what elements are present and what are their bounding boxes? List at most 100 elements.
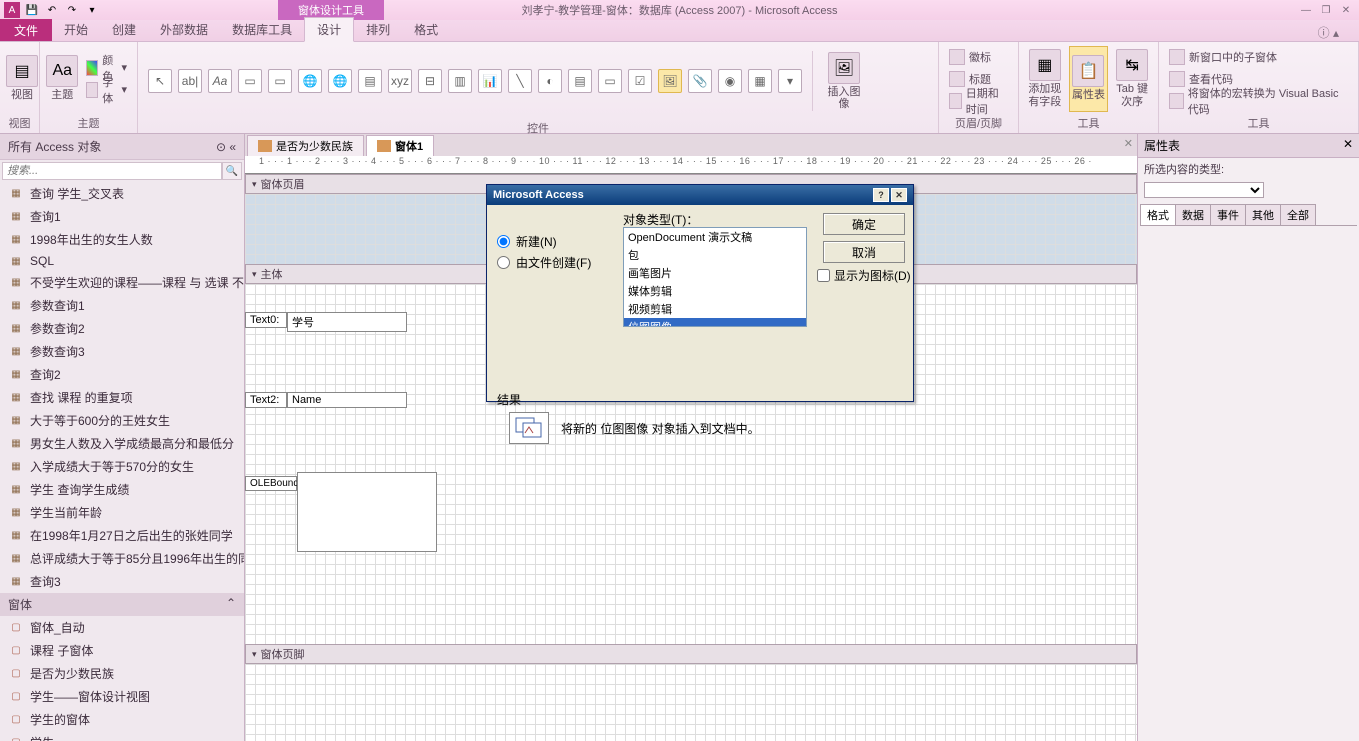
unbound-obj-tool-icon[interactable]: 🖼 bbox=[658, 69, 682, 93]
tab-tool-icon[interactable]: ▭ bbox=[268, 69, 292, 93]
select-tool-icon[interactable]: ↖ bbox=[148, 69, 172, 93]
dialog-close-icon[interactable]: ✕ bbox=[891, 188, 907, 202]
tab-design[interactable]: 设计 bbox=[304, 17, 354, 42]
ok-button[interactable]: 确定 bbox=[823, 213, 905, 235]
access-app-icon[interactable]: A bbox=[4, 2, 20, 18]
undo-icon[interactable]: ↶ bbox=[44, 2, 60, 18]
nav-query-item[interactable]: 参数查询3 bbox=[0, 340, 244, 363]
tab-home[interactable]: 开始 bbox=[52, 18, 100, 41]
tab-order-button[interactable]: ↹Tab 键次序 bbox=[1112, 46, 1152, 112]
restore-button[interactable]: ❐ bbox=[1317, 3, 1335, 17]
nav-query-item[interactable]: 查询2 bbox=[0, 363, 244, 386]
property-object-combo[interactable] bbox=[1144, 182, 1264, 198]
text0-label[interactable]: Text0: bbox=[245, 312, 287, 328]
nav-query-item[interactable]: 查询 学生_交叉表 bbox=[0, 182, 244, 205]
ole-bound-frame[interactable] bbox=[297, 472, 437, 552]
nav-query-item[interactable]: 总评成绩大于等于85分且1996年出生的同... bbox=[0, 547, 244, 570]
option-group-icon[interactable]: xyz bbox=[388, 69, 412, 93]
insert-image-button[interactable]: 🖼插入图像 bbox=[823, 48, 865, 114]
nav-form-item[interactable]: 学生——窗体设计视图 bbox=[0, 685, 244, 708]
nav-query-item[interactable]: 参数查询2 bbox=[0, 317, 244, 340]
object-type-option[interactable]: 包 bbox=[624, 246, 806, 264]
themes-button[interactable]: Aa主题 bbox=[46, 46, 78, 112]
radio-new-input[interactable] bbox=[497, 235, 510, 248]
prop-tab-format[interactable]: 格式 bbox=[1140, 204, 1176, 225]
dialog-titlebar[interactable]: Microsoft Access ? ✕ bbox=[487, 185, 913, 205]
nav-forms-header[interactable]: 窗体⌃ bbox=[0, 593, 244, 616]
nav-query-item[interactable]: 在1998年1月27日之后出生的张姓同学 bbox=[0, 524, 244, 547]
combo-tool-icon[interactable]: ▥ bbox=[448, 69, 472, 93]
fonts-button[interactable]: 字体▾ bbox=[82, 80, 131, 100]
label-tool-icon[interactable]: Aa bbox=[208, 69, 232, 93]
nav-form-item[interactable]: 学生 bbox=[0, 731, 244, 741]
nav-tool-icon[interactable]: ▤ bbox=[358, 69, 382, 93]
nav-pane-header[interactable]: 所有 Access 对象 ⊙ « bbox=[0, 134, 244, 160]
search-icon[interactable]: 🔍 bbox=[222, 162, 242, 180]
text2-caption[interactable]: Name bbox=[287, 392, 407, 408]
chart-tool-icon[interactable]: 📊 bbox=[478, 69, 502, 93]
save-icon[interactable]: 💾 bbox=[24, 2, 40, 18]
textbox-tool-icon[interactable]: ab| bbox=[178, 69, 202, 93]
datetime-button[interactable]: 日期和时间 bbox=[945, 91, 1012, 111]
ribbon-help-icon[interactable]: ⓘ ▴ bbox=[1318, 24, 1339, 41]
dialog-help-icon[interactable]: ? bbox=[873, 188, 889, 202]
option-btn-tool-icon[interactable]: ◉ bbox=[718, 69, 742, 93]
object-type-option[interactable]: 媒体剪辑 bbox=[624, 282, 806, 300]
close-button[interactable]: ✕ bbox=[1337, 3, 1355, 17]
tab-format[interactable]: 格式 bbox=[402, 18, 450, 41]
as-icon-checkbox[interactable] bbox=[817, 269, 830, 282]
nav-query-item[interactable]: 男女生人数及入学成绩最高分和最低分 bbox=[0, 432, 244, 455]
more-tools-icon[interactable]: ▾ bbox=[778, 69, 802, 93]
line-tool-icon[interactable]: ╲ bbox=[508, 69, 532, 93]
nav-form-item[interactable]: 是否为少数民族 bbox=[0, 662, 244, 685]
cancel-button[interactable]: 取消 bbox=[823, 241, 905, 263]
hyperlink-tool-icon[interactable]: 🌐 bbox=[298, 69, 322, 93]
pagebreak-tool-icon[interactable]: ⊟ bbox=[418, 69, 442, 93]
subform-tool-icon[interactable]: ▦ bbox=[748, 69, 772, 93]
nav-query-item[interactable]: 查询1 bbox=[0, 205, 244, 228]
property-close-icon[interactable]: ✕ bbox=[1343, 137, 1353, 154]
search-input[interactable] bbox=[2, 162, 222, 180]
nav-query-item[interactable]: 查找 课程 的重复项 bbox=[0, 386, 244, 409]
object-type-option[interactable]: 画笔图片 bbox=[624, 264, 806, 282]
nav-list[interactable]: 查询 学生_交叉表 查询11998年出生的女生人数SQL不受学生欢迎的课程——课… bbox=[0, 182, 244, 741]
tab-create[interactable]: 创建 bbox=[100, 18, 148, 41]
radio-file-input[interactable] bbox=[497, 256, 510, 269]
display-as-icon-check[interactable]: 显示为图标(D) bbox=[817, 267, 911, 284]
nav-query-item[interactable]: 1998年出生的女生人数 bbox=[0, 228, 244, 251]
subform-newwin-button[interactable]: 新窗口中的子窗体 bbox=[1165, 47, 1352, 67]
nav-query-item[interactable]: 学生当前年龄 bbox=[0, 501, 244, 524]
object-type-option[interactable]: OpenDocument 演示文稿 bbox=[624, 228, 806, 246]
nav-query-item[interactable]: 学生 查询学生成绩 bbox=[0, 478, 244, 501]
attachment-tool-icon[interactable]: 📎 bbox=[688, 69, 712, 93]
button-tool-icon[interactable]: ▭ bbox=[238, 69, 262, 93]
add-fields-button[interactable]: ▦添加现有字段 bbox=[1025, 46, 1065, 112]
prop-tab-event[interactable]: 事件 bbox=[1210, 204, 1246, 225]
toggle-tool-icon[interactable]: ◐ bbox=[538, 69, 562, 93]
qat-dropdown-icon[interactable]: ▾ bbox=[84, 2, 100, 18]
checkbox-tool-icon[interactable]: ☑ bbox=[628, 69, 652, 93]
prop-tab-data[interactable]: 数据 bbox=[1175, 204, 1211, 225]
doc-tab-1[interactable]: 是否为少数民族 bbox=[247, 135, 364, 156]
form-footer-section-bar[interactable]: 窗体页脚 bbox=[245, 644, 1137, 664]
rect-tool-icon[interactable]: ▭ bbox=[598, 69, 622, 93]
nav-query-item[interactable]: 入学成绩大于等于570分的女生 bbox=[0, 455, 244, 478]
ole-label[interactable]: OLEBound bbox=[245, 476, 297, 491]
nav-collapse-icon[interactable]: ⊙ « bbox=[216, 140, 236, 154]
text2-label[interactable]: Text2: bbox=[245, 392, 287, 408]
object-type-option[interactable]: 位图图像 bbox=[624, 318, 806, 327]
text0-caption[interactable]: 学号 bbox=[287, 312, 407, 332]
prop-tab-other[interactable]: 其他 bbox=[1245, 204, 1281, 225]
tab-database-tools[interactable]: 数据库工具 bbox=[220, 18, 304, 41]
nav-form-item[interactable]: 窗体_自动 bbox=[0, 616, 244, 639]
property-sheet-button[interactable]: 📋属性表 bbox=[1069, 46, 1109, 112]
convert-macro-button[interactable]: 将窗体的宏转换为 Visual Basic 代码 bbox=[1165, 91, 1352, 111]
minimize-button[interactable]: — bbox=[1297, 3, 1315, 17]
nav-query-item[interactable]: 查询3 bbox=[0, 570, 244, 593]
view-button[interactable]: ▤视图 bbox=[6, 46, 38, 112]
nav-query-item[interactable]: SQL bbox=[0, 251, 244, 271]
tab-external-data[interactable]: 外部数据 bbox=[148, 18, 220, 41]
nav-query-item[interactable]: 大于等于600分的王姓女生 bbox=[0, 409, 244, 432]
listbox-tool-icon[interactable]: ▤ bbox=[568, 69, 592, 93]
nav-form-item[interactable]: 学生的窗体 bbox=[0, 708, 244, 731]
